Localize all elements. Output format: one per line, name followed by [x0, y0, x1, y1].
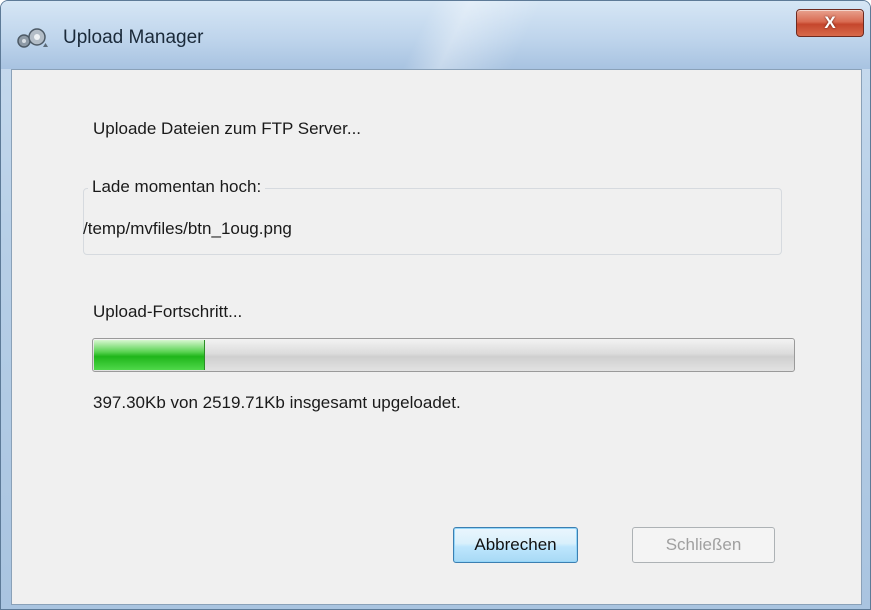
current-file-path: /temp/mvfiles/btn_1oug.png [83, 219, 292, 238]
dialog-client-area [11, 69, 862, 605]
close-button[interactable]: Schließen [632, 527, 775, 563]
status-heading: Uploade Dateien zum FTP Server... [93, 119, 362, 138]
progress-summary: 397.30Kb von 2519.71Kb insgesamt upgeloa… [93, 393, 461, 412]
current-file-group-label: Lade momentan hoch: [88, 177, 266, 197]
upload-manager-window: Upload Manager X Uploade Dateien zum FTP… [0, 0, 871, 610]
window-close-button[interactable]: X [796, 9, 864, 37]
current-file-group: Lade momentan hoch: /temp/mvfiles/btn_1o… [83, 177, 782, 255]
close-icon: X [824, 13, 836, 32]
progress-label: Upload-Fortschritt... [93, 302, 243, 321]
upload-manager-icon [17, 28, 48, 48]
title-bar[interactable]: Upload Manager X [1, 1, 870, 69]
window-title: Upload Manager [63, 27, 204, 48]
cancel-button[interactable]: Abbrechen [453, 527, 578, 563]
upload-progress-fill [94, 340, 205, 370]
upload-progress-bar [92, 338, 795, 372]
